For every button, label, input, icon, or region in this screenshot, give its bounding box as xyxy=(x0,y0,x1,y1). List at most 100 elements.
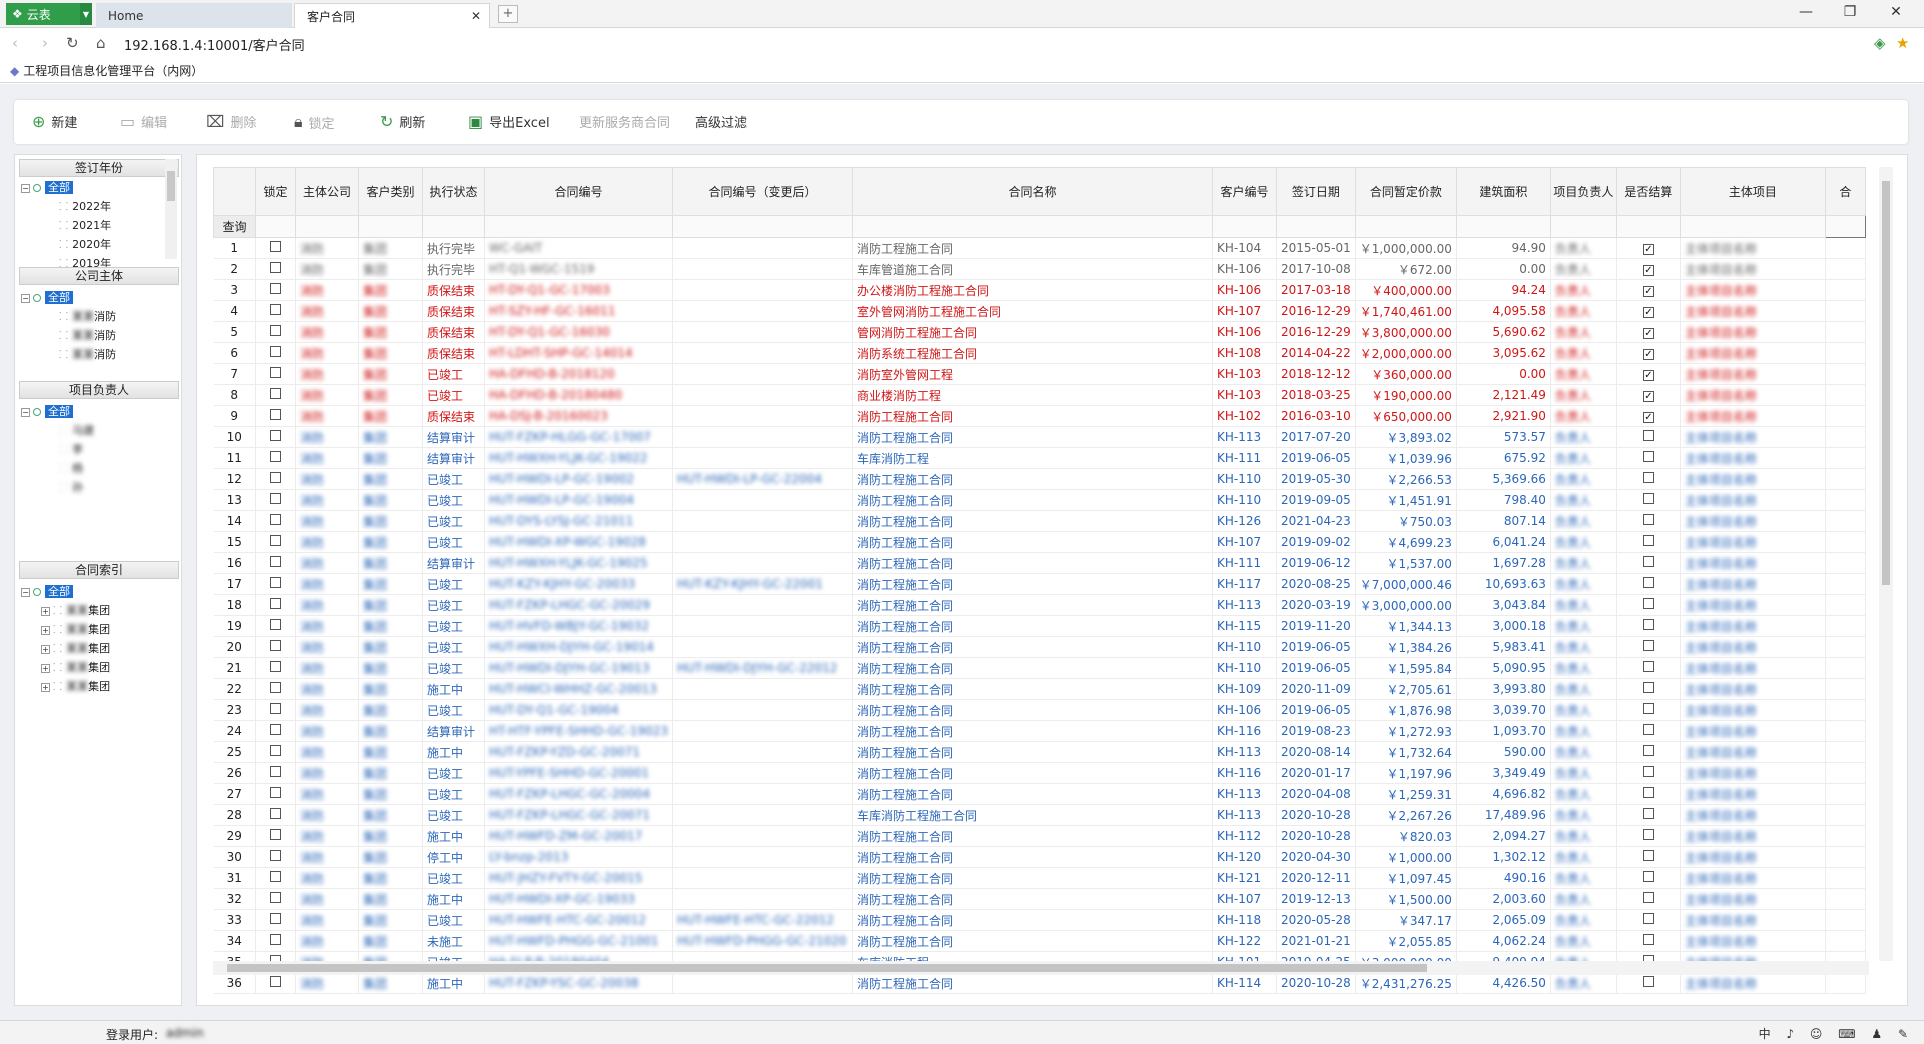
building-area-cell[interactable]: 590.00 xyxy=(1456,741,1551,763)
table-row[interactable]: 8 消防 集团 已竣工 HA-DFHD-B-20180480 商业楼消防工程 KH-103 2… xyxy=(213,384,1866,406)
extra-cell[interactable] xyxy=(1825,678,1866,700)
table-row[interactable]: 13 消防 集团 已竣工 HUT-HWDI-LP-GC-19004 消防工程施工合同 KH-… xyxy=(213,489,1866,511)
lock-cell[interactable] xyxy=(255,762,296,784)
project-manager-cell[interactable]: 负责人 xyxy=(1550,321,1617,343)
settled-cell[interactable] xyxy=(1616,510,1681,532)
contract-name-cell[interactable]: 消防工程施工合同 xyxy=(852,510,1213,532)
project-manager-cell[interactable]: 负责人 xyxy=(1550,531,1617,553)
contract-code-changed-cell[interactable] xyxy=(672,699,853,721)
status-cell[interactable]: 质保结束 xyxy=(422,342,485,364)
settled-cell[interactable] xyxy=(1616,825,1681,847)
company-cell[interactable]: 消防 xyxy=(295,615,359,637)
lock-checkbox[interactable] xyxy=(270,598,281,609)
settled-checkbox[interactable] xyxy=(1642,430,1654,441)
settled-checkbox[interactable] xyxy=(1642,976,1654,987)
settled-checkbox[interactable] xyxy=(1642,808,1654,819)
main-project-cell[interactable]: 主体项目名称 xyxy=(1680,489,1826,511)
client-type-cell[interactable]: 集团 xyxy=(358,489,423,511)
status-cell[interactable]: 停工中 xyxy=(422,846,485,868)
company-cell[interactable]: 消防 xyxy=(295,678,359,700)
contract-code-cell[interactable]: HUT-FZKP-LHGC-GC-20071 xyxy=(484,804,673,826)
contract-code-cell[interactable]: HT-Q1-WGC-1519 xyxy=(484,258,673,280)
customer-code-cell[interactable]: KH-102 xyxy=(1212,405,1277,427)
company-cell[interactable]: 消防 xyxy=(295,930,359,952)
lock-checkbox[interactable] xyxy=(270,724,281,735)
status-cell[interactable]: 已竣工 xyxy=(422,489,485,511)
column-header[interactable]: 主体项目 xyxy=(1679,167,1826,216)
collapse-icon[interactable]: − xyxy=(21,407,30,417)
filter-cell[interactable] xyxy=(295,215,359,238)
contract-code-cell[interactable]: HA-DSJ-B-20160023 xyxy=(484,405,673,427)
contract-price-cell[interactable]: ￥1,097.45 xyxy=(1355,867,1457,889)
client-type-cell[interactable]: 集团 xyxy=(358,468,423,490)
lock-cell[interactable] xyxy=(255,699,296,721)
sign-date-cell[interactable]: 2017-07-20 xyxy=(1276,426,1356,448)
contract-name-cell[interactable]: 商业楼消防工程 xyxy=(852,384,1213,406)
contract-name-cell[interactable]: 车库消防工程 xyxy=(852,447,1213,469)
status-cell[interactable]: 已竣工 xyxy=(422,384,485,406)
manager-all-node[interactable]: − 全部 xyxy=(21,403,73,419)
client-type-cell[interactable]: 集团 xyxy=(358,804,423,826)
filter-cell[interactable] xyxy=(1455,215,1551,238)
contract-name-cell[interactable]: 消防工程施工合同 xyxy=(852,615,1213,637)
expand-icon[interactable]: + xyxy=(41,606,50,616)
customer-code-cell[interactable]: KH-117 xyxy=(1212,573,1277,595)
contract-code-cell[interactable]: HA-DFHD-B-2018120 xyxy=(484,363,673,385)
status-cell[interactable]: 执行完毕 xyxy=(422,237,485,259)
contract-name-cell[interactable]: 消防工程施工合同 xyxy=(852,237,1213,259)
table-row[interactable]: 10 消防 集团 结算审计 HUT-FZKP-HLGG-GC-17007 消防工程施工合同… xyxy=(213,426,1866,448)
contract-name-cell[interactable]: 车库管道施工合同 xyxy=(852,258,1213,280)
contract-name-cell[interactable]: 消防工程施工合同 xyxy=(852,972,1213,994)
main-project-cell[interactable]: 主体项目名称 xyxy=(1680,888,1826,910)
company-cell[interactable]: 消防 xyxy=(295,426,359,448)
filter-cell[interactable] xyxy=(255,215,296,238)
table-row[interactable]: 24 消防 集团 结算审计 HT-HTF-YPFE-SHHD-GC-19023 消防工程施… xyxy=(213,720,1866,742)
year-all-node[interactable]: − 全部 xyxy=(21,179,73,195)
contract-name-cell[interactable]: 消防工程施工合同 xyxy=(852,489,1213,511)
contract-code-cell[interactable]: HUT-HWXH-YLJK-GC-19022 xyxy=(484,447,673,469)
client-type-cell[interactable]: 集团 xyxy=(358,657,423,679)
export-excel-button[interactable]: ▣ 导出Excel xyxy=(468,112,550,131)
contract-name-cell[interactable]: 消防系统工程施工合同 xyxy=(852,342,1213,364)
status-cell[interactable]: 质保结束 xyxy=(422,321,485,343)
company-cell[interactable]: 消防 xyxy=(295,363,359,385)
contract-code-cell[interactable]: HUT-HWDI-DJYH-GC-19013 xyxy=(484,657,673,679)
lock-cell[interactable] xyxy=(255,552,296,574)
contract-code-cell[interactable]: HUT-HWDI-LP-GC-19002 xyxy=(484,468,673,490)
client-type-cell[interactable]: 集团 xyxy=(358,510,423,532)
project-manager-cell[interactable]: 负责人 xyxy=(1550,762,1617,784)
contract-price-cell[interactable]: ￥750.03 xyxy=(1355,510,1457,532)
contract-name-cell[interactable]: 消防工程施工合同 xyxy=(852,678,1213,700)
status-cell[interactable]: 结算审计 xyxy=(422,447,485,469)
contract-price-cell[interactable]: ￥4,699.23 xyxy=(1355,531,1457,553)
close-icon[interactable]: ✕ xyxy=(471,9,481,23)
company-cell[interactable]: 消防 xyxy=(295,300,359,322)
project-manager-cell[interactable]: 负责人 xyxy=(1550,279,1617,301)
lock-cell[interactable] xyxy=(255,888,296,910)
lock-cell[interactable] xyxy=(255,594,296,616)
sign-date-cell[interactable]: 2019-06-05 xyxy=(1276,636,1356,658)
table-row[interactable]: 22 消防 集团 施工中 HUT-HWCI-WHHZ-GC-20013 消防工程施工合同 K… xyxy=(213,678,1866,700)
main-project-cell[interactable]: 主体项目名称 xyxy=(1680,699,1826,721)
sign-date-cell[interactable]: 2020-10-28 xyxy=(1276,825,1356,847)
settled-checkbox[interactable] xyxy=(1642,493,1654,504)
company-cell[interactable]: 消防 xyxy=(295,762,359,784)
lock-cell[interactable] xyxy=(255,867,296,889)
table-row[interactable]: 18 消防 集团 已竣工 HUT-FZKP-LHGC-GC-20029 消防工程施工合同 K… xyxy=(213,594,1866,616)
lock-cell[interactable] xyxy=(255,804,296,826)
contract-price-cell[interactable]: ￥1,740,461.00 xyxy=(1355,300,1457,322)
contract-code-changed-cell[interactable] xyxy=(672,741,853,763)
contract-code-changed-cell[interactable] xyxy=(672,615,853,637)
client-type-cell[interactable]: 集团 xyxy=(358,405,423,427)
client-type-cell[interactable]: 集团 xyxy=(358,678,423,700)
lock-checkbox[interactable] xyxy=(270,304,281,315)
building-area-cell[interactable]: 2,921.90 xyxy=(1456,405,1551,427)
contract-name-cell[interactable]: 消防工程施工合同 xyxy=(852,657,1213,679)
project-manager-cell[interactable]: 负责人 xyxy=(1550,720,1617,742)
main-project-cell[interactable]: 主体项目名称 xyxy=(1680,363,1826,385)
contract-price-cell[interactable]: ￥2,431,276.25 xyxy=(1355,972,1457,994)
status-cell[interactable]: 结算审计 xyxy=(422,720,485,742)
company-cell[interactable]: 消防 xyxy=(295,846,359,868)
company-cell[interactable]: 消防 xyxy=(295,552,359,574)
building-area-cell[interactable]: 798.40 xyxy=(1456,489,1551,511)
